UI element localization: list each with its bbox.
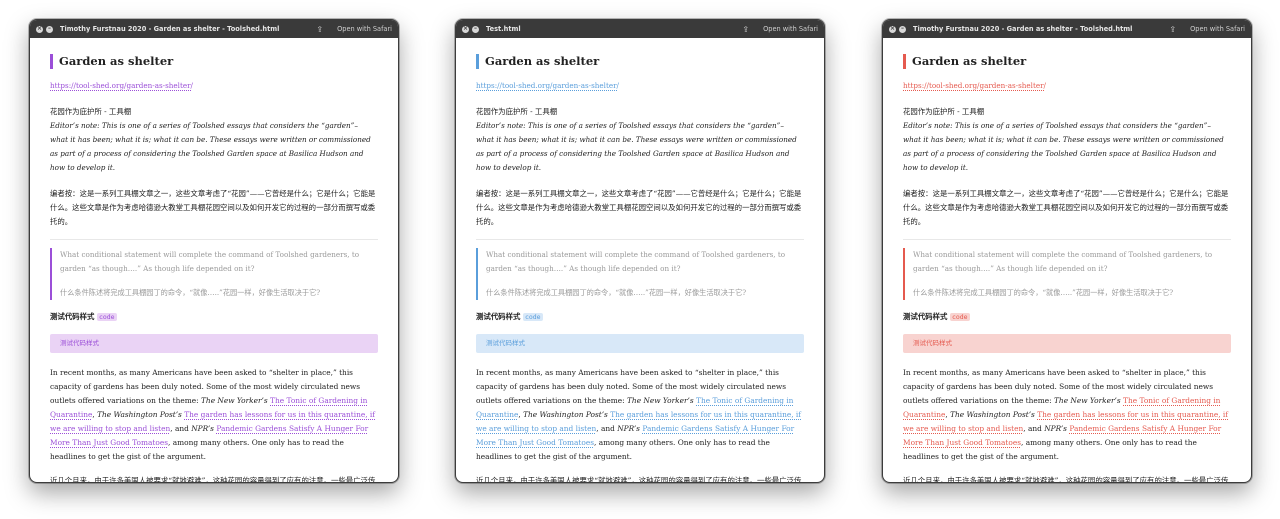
- divider: [476, 239, 804, 240]
- cn-editor-note: 编者按：这是一系列工具棚文章之一，这些文章考虑了“花园”——它曾经是什么；它是什…: [476, 189, 802, 226]
- inline-code: code: [949, 313, 970, 321]
- cn-heading: 花园作为庇护所 - 工具棚: [50, 107, 132, 116]
- page-title: Garden as shelter: [903, 54, 1231, 69]
- page-title: Garden as shelter: [476, 54, 804, 69]
- open-with-safari-button[interactable]: Open with Safari: [337, 25, 392, 33]
- cn-editor-note: 编者按：这是一系列工具棚文章之一，这些文章考虑了“花园”——它曾经是什么；它是什…: [903, 189, 1229, 226]
- document-content: Garden as shelter https://tool-shed.org/…: [30, 38, 398, 483]
- quote-en: What conditional statement will complete…: [486, 250, 786, 273]
- code-block: 测试代码样式: [476, 334, 804, 353]
- cn-body-paragraph: 近几个月来，由于许多美国人被要求“就地避难”，这种花园的容量得到了应有的注意。一…: [50, 476, 376, 483]
- source-name: The Washington Post’s: [950, 410, 1035, 419]
- inline-code: code: [96, 313, 117, 321]
- body-paragraph: In recent months, as many Americans have…: [903, 366, 1231, 464]
- open-with-safari-button[interactable]: Open with Safari: [1190, 25, 1245, 33]
- quote-cn: 什么条件陈述将完成工具棚园丁的命令，“就像…..”花园一样，好像生活取决于它?: [486, 288, 747, 297]
- close-icon[interactable]: ×: [36, 25, 43, 33]
- source-link[interactable]: https://tool-shed.org/garden-as-shelter/: [476, 79, 804, 93]
- window-titlebar: × – Timothy Furstnau 2020 - Garden as sh…: [30, 20, 398, 38]
- document-content: Garden as shelter https://tool-shed.org/…: [883, 38, 1251, 483]
- quote-en: What conditional statement will complete…: [913, 250, 1213, 273]
- source-name: NPR’s: [617, 424, 640, 433]
- close-icon[interactable]: ×: [462, 25, 469, 33]
- editor-note: Editor’s note: This is one of a series o…: [50, 121, 371, 172]
- document-content: Garden as shelter https://tool-shed.org/…: [456, 38, 824, 483]
- body-paragraph: In recent months, as many Americans have…: [476, 366, 804, 464]
- source-name: The Washington Post’s: [523, 410, 608, 419]
- blockquote: What conditional statement will complete…: [476, 248, 804, 300]
- cn-body-paragraph: 近几个月来，由于许多美国人被要求“就地避难”，这种花园的容量得到了应有的注意。一…: [903, 476, 1229, 483]
- cn-heading: 花园作为庇护所 - 工具棚: [903, 107, 985, 116]
- source-name: NPR’s: [191, 424, 214, 433]
- open-with-safari-button[interactable]: Open with Safari: [763, 25, 818, 33]
- share-icon[interactable]: ⇪: [1169, 25, 1176, 34]
- window-title: Timothy Furstnau 2020 - Garden as shelte…: [60, 25, 280, 33]
- close-icon[interactable]: ×: [889, 25, 896, 33]
- para-text: , and: [596, 424, 618, 433]
- window-title: Timothy Furstnau 2020 - Garden as shelte…: [913, 25, 1133, 33]
- source-name: The New Yorker’s: [201, 396, 268, 405]
- source-name: The New Yorker’s: [627, 396, 694, 405]
- divider: [903, 239, 1231, 240]
- quote-cn: 什么条件陈述将完成工具棚园丁的命令，“就像…..”花园一样，好像生活取决于它?: [913, 288, 1174, 297]
- code-label: 测试代码样式: [50, 312, 95, 321]
- code-style-line: 测试代码样式 code: [476, 310, 804, 324]
- preview-window-3: × – Timothy Furstnau 2020 - Garden as sh…: [882, 19, 1252, 483]
- preview-window-2: × – Test.html ⇪ Open with Safari Garden …: [455, 19, 825, 483]
- code-style-line: 测试代码样式 code: [903, 310, 1231, 324]
- source-link[interactable]: https://tool-shed.org/garden-as-shelter/: [50, 79, 378, 93]
- para-text: , and: [1023, 424, 1045, 433]
- share-icon[interactable]: ⇪: [742, 25, 749, 34]
- window-title: Test.html: [486, 25, 521, 33]
- code-block: 测试代码样式: [50, 334, 378, 353]
- share-icon[interactable]: ⇪: [316, 25, 323, 34]
- minimize-icon[interactable]: –: [899, 25, 906, 33]
- minimize-icon[interactable]: –: [46, 25, 53, 33]
- blockquote: What conditional statement will complete…: [903, 248, 1231, 300]
- body-paragraph: In recent months, as many Americans have…: [50, 366, 378, 464]
- cn-body-paragraph: 近几个月来，由于许多美国人被要求“就地避难”，这种花园的容量得到了应有的注意。一…: [476, 476, 802, 483]
- code-style-line: 测试代码样式 code: [50, 310, 378, 324]
- quote-cn: 什么条件陈述将完成工具棚园丁的命令，“就像…..”花园一样，好像生活取决于它?: [60, 288, 321, 297]
- cn-heading: 花园作为庇护所 - 工具棚: [476, 107, 558, 116]
- minimize-icon[interactable]: –: [472, 25, 479, 33]
- code-label: 测试代码样式: [903, 312, 948, 321]
- divider: [50, 239, 378, 240]
- preview-window-1: × – Timothy Furstnau 2020 - Garden as sh…: [29, 19, 399, 483]
- source-name: The New Yorker’s: [1054, 396, 1121, 405]
- para-text: , and: [170, 424, 192, 433]
- code-block: 测试代码样式: [903, 334, 1231, 353]
- cn-editor-note: 编者按：这是一系列工具棚文章之一，这些文章考虑了“花园”——它曾经是什么；它是什…: [50, 189, 376, 226]
- inline-code: code: [522, 313, 543, 321]
- editor-note: Editor’s note: This is one of a series o…: [476, 121, 797, 172]
- source-name: The Washington Post’s: [97, 410, 182, 419]
- editor-note: Editor’s note: This is one of a series o…: [903, 121, 1224, 172]
- source-link[interactable]: https://tool-shed.org/garden-as-shelter/: [903, 79, 1231, 93]
- blockquote: What conditional statement will complete…: [50, 248, 378, 300]
- window-titlebar: × – Test.html ⇪ Open with Safari: [456, 20, 824, 38]
- quote-en: What conditional statement will complete…: [60, 250, 360, 273]
- page-title: Garden as shelter: [50, 54, 378, 69]
- source-name: NPR’s: [1044, 424, 1067, 433]
- window-titlebar: × – Timothy Furstnau 2020 - Garden as sh…: [883, 20, 1251, 38]
- code-label: 测试代码样式: [476, 312, 521, 321]
